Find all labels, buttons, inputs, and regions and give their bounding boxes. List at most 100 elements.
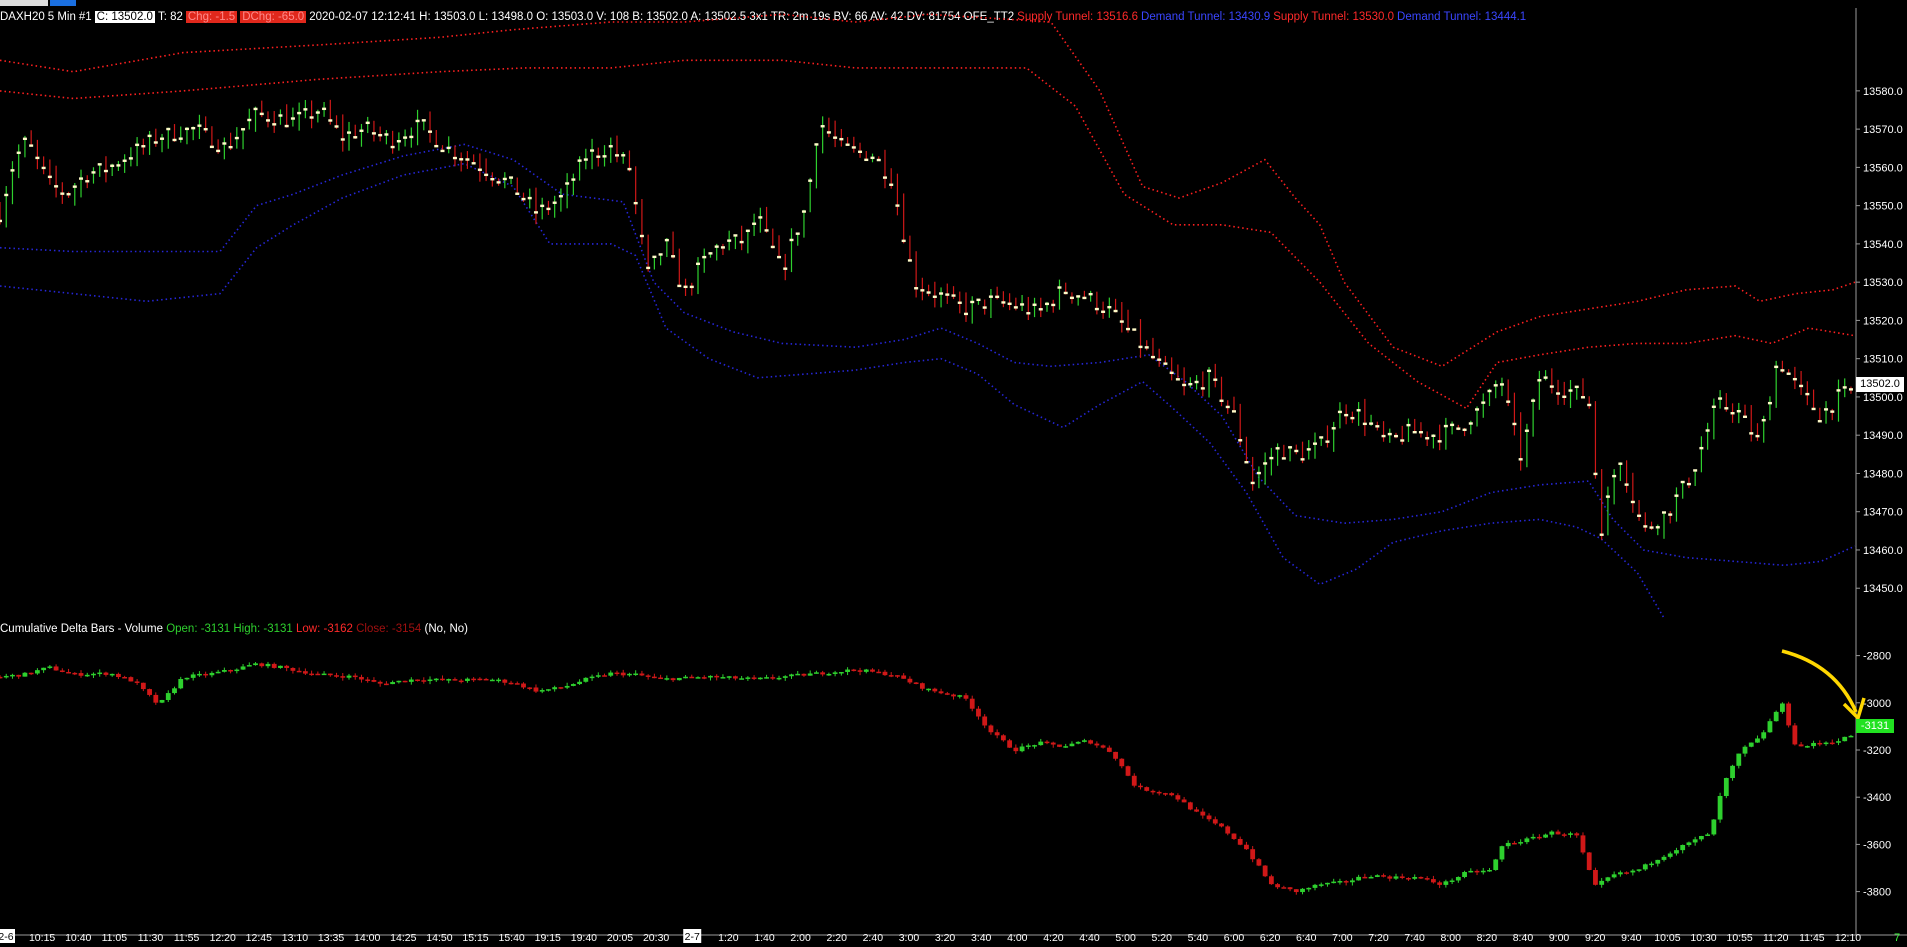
- price-bar-close-tick: [527, 196, 532, 200]
- delta-bar-body: [1325, 882, 1330, 885]
- price-bar-close-tick: [951, 294, 956, 297]
- delta-bar-body: [1449, 880, 1455, 882]
- price-bar-close-tick: [708, 252, 713, 255]
- x-axis-time-label: 6:40: [1296, 932, 1317, 944]
- price-bar-close-tick: [278, 114, 283, 117]
- price-bar-close-tick: [1587, 403, 1592, 407]
- delta-bar-body: [1742, 746, 1748, 754]
- x-axis-time-label: 8:20: [1477, 932, 1498, 944]
- price-bar-close-tick: [60, 192, 65, 195]
- price-bar-close-tick: [1007, 302, 1012, 305]
- delta-bar-body: [1287, 887, 1293, 890]
- price-axis-label: 13460.0: [1863, 545, 1903, 557]
- chart-canvas[interactable]: 13450.0 13460.0 13470.0 13480.0 13490.0 13500…: [0, 0, 1907, 947]
- price-bar-close-tick: [22, 137, 27, 141]
- annotation-arrow: [1781, 649, 1858, 713]
- delta-bar-body: [552, 687, 558, 690]
- price-bar-close-tick: [209, 145, 214, 149]
- x-axis-time-label: 11:45: [1799, 932, 1825, 944]
- delta-bar-body: [1655, 859, 1661, 864]
- price-bar-close-tick: [689, 285, 694, 289]
- delta-bar-body: [595, 675, 601, 677]
- delta-bar-body: [938, 691, 944, 694]
- price-bar-close-tick: [490, 178, 495, 181]
- delta-axis-label: -3200: [1863, 745, 1891, 757]
- price-bar-close-tick: [1462, 428, 1467, 432]
- delta-bar-body: [1630, 870, 1636, 873]
- delta-bar-body: [1100, 745, 1106, 748]
- price-bar-close-tick: [826, 131, 831, 134]
- price-bar-close-tick: [1661, 511, 1666, 514]
- delta-bar-body: [789, 674, 794, 677]
- delta-bar-body: [1156, 791, 1162, 794]
- price-bar-close-tick: [359, 129, 364, 132]
- price-bar-close-tick: [1481, 401, 1486, 404]
- price-bar-close-tick: [864, 158, 869, 162]
- delta-bar-body: [253, 663, 258, 666]
- delta-bar-body: [84, 674, 90, 677]
- delta-bar-body: [59, 670, 65, 672]
- price-bar-close-tick: [614, 154, 619, 157]
- subgraph-high: High: -3131: [233, 623, 293, 635]
- delta-bar-body: [359, 676, 364, 680]
- delta-bar-body: [963, 695, 969, 699]
- delta-bar-body: [1705, 834, 1711, 836]
- price-bar-close-tick: [47, 175, 52, 179]
- price-bar-close-tick: [1051, 303, 1056, 307]
- price-bar-close-tick: [66, 193, 71, 196]
- x-axis-time-label: 14:00: [354, 932, 380, 944]
- delta-axis-label: -3800: [1863, 887, 1891, 899]
- delta-bar-body: [91, 673, 96, 676]
- price-bar-close-tick: [1381, 434, 1386, 438]
- price-bar-close-tick: [1088, 292, 1093, 296]
- delta-bar-body: [539, 690, 545, 692]
- delta-bar-body: [1312, 884, 1318, 888]
- x-axis-time-label: 14:50: [426, 932, 452, 944]
- price-bar-close-tick: [814, 143, 819, 146]
- price-bar-close-tick: [110, 164, 115, 167]
- price-bar-close-tick: [777, 255, 782, 259]
- delta-bar-body: [895, 675, 900, 677]
- price-bar-close-tick: [1686, 482, 1691, 486]
- delta-bar-body: [658, 677, 664, 680]
- delta-bar-body: [527, 687, 533, 689]
- delta-bar-body: [1063, 746, 1069, 748]
- delta-bar-body: [814, 672, 819, 674]
- price-bar-close-tick: [1680, 480, 1685, 484]
- price-bar-close-tick: [1344, 413, 1349, 417]
- price-bar-close-tick: [1387, 432, 1392, 436]
- price-bar-close-tick: [502, 177, 507, 181]
- price-bar-close-tick: [315, 111, 320, 114]
- delta-bar-body: [408, 679, 414, 682]
- delta-axis-label: -3400: [1863, 792, 1891, 804]
- delta-bar-body: [396, 680, 402, 683]
- price-bar-close-tick: [141, 145, 146, 148]
- price-bar-close-tick: [801, 210, 806, 213]
- delta-bar-body: [315, 673, 321, 676]
- price-bar-close-tick: [1624, 483, 1629, 486]
- price-axis-label: 13470.0: [1863, 507, 1903, 519]
- price-bar-close-tick: [583, 158, 588, 161]
- delta-bar-body: [838, 672, 844, 674]
- price-bar-close-tick: [571, 178, 576, 181]
- price-bar-close-tick: [290, 117, 295, 120]
- delta-bar-body: [109, 673, 115, 676]
- price-bar-close-tick: [1107, 305, 1112, 309]
- price-bar-close-tick: [1830, 410, 1835, 413]
- delta-bar-body: [1175, 795, 1181, 800]
- price-bar-close-tick: [1150, 355, 1155, 359]
- delta-bar-body: [845, 669, 850, 673]
- delta-bar-body: [1480, 870, 1486, 873]
- delta-bar-body: [926, 688, 931, 691]
- delta-bar-body: [1717, 796, 1723, 820]
- price-bar-close-tick: [702, 255, 707, 259]
- price-bar-close-tick: [415, 119, 420, 123]
- price-bar-close-tick: [696, 262, 701, 266]
- delta-bar-body: [602, 675, 607, 677]
- delta-bar-body: [645, 675, 651, 677]
- delta-bar-body: [153, 694, 159, 703]
- delta-bar-body: [1082, 740, 1087, 742]
- delta-bar-body: [1842, 736, 1848, 742]
- delta-bar-body: [1730, 765, 1735, 779]
- price-bar-close-tick: [1612, 474, 1617, 478]
